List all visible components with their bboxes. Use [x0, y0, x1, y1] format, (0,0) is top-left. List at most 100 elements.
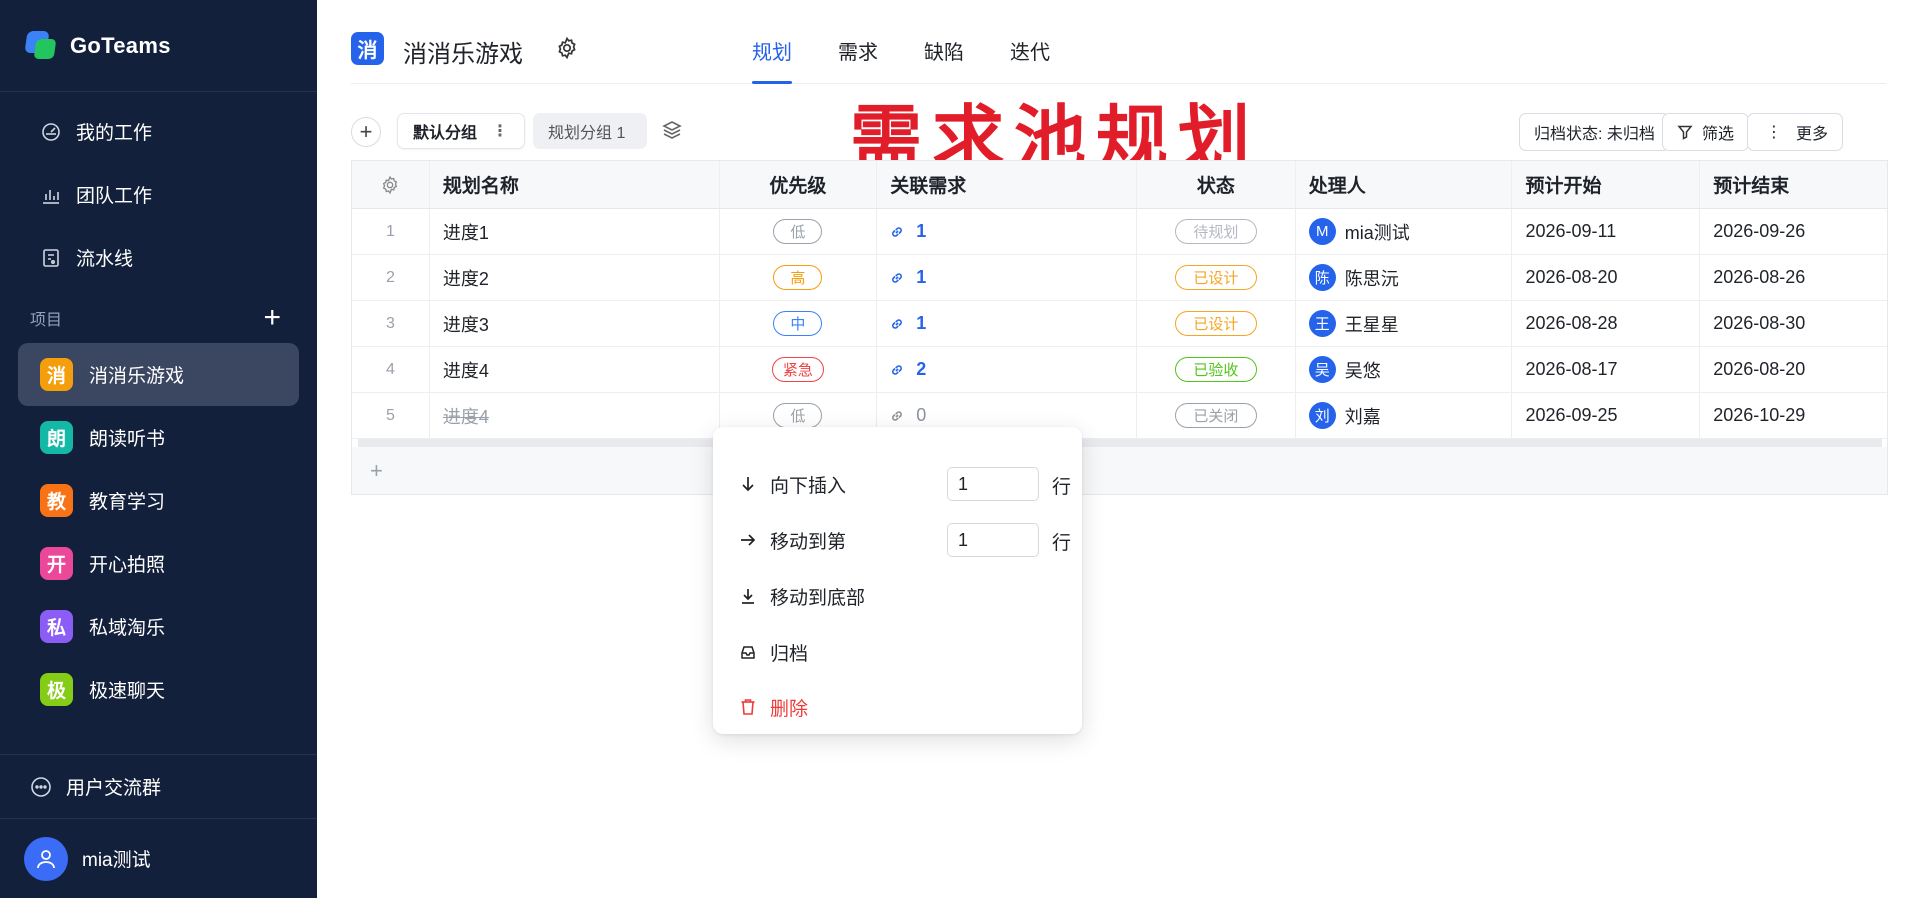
link-icon	[890, 409, 910, 423]
assignee-cell[interactable]: 吴吴悠	[1296, 347, 1513, 392]
column-settings-gear-icon[interactable]	[352, 161, 430, 208]
nav-team-work[interactable]: 团队工作	[0, 163, 317, 226]
project-item-kaixin[interactable]: 开 开心拍照	[18, 532, 299, 595]
plan-name-cell[interactable]: 进度2	[430, 255, 720, 300]
status-cell[interactable]: 待规划	[1137, 209, 1296, 254]
menu-delete[interactable]: 删除	[739, 689, 808, 725]
trash-icon	[739, 698, 757, 716]
linked-requirements-link[interactable]: 1	[890, 313, 926, 334]
project-badge: 教	[40, 484, 73, 517]
more-vertical-icon[interactable]: ⋮	[492, 121, 508, 141]
assignee-cell[interactable]: 陈陈思沅	[1296, 255, 1513, 300]
archive-status-button[interactable]: 归档状态: 未归档	[1519, 113, 1670, 151]
end-date: 2026-08-26	[1713, 267, 1806, 287]
priority-cell[interactable]: 紧急	[720, 347, 878, 392]
menu-insert-below[interactable]: 向下插入	[739, 466, 846, 502]
linked-requirements-cell[interactable]: 1	[877, 255, 1137, 300]
column-header-assignee[interactable]: 处理人	[1296, 161, 1513, 208]
brand[interactable]: GoTeams	[0, 0, 317, 92]
plan-name-cell[interactable]: 进度4	[430, 347, 720, 392]
plan-name-cell[interactable]: 进度3	[430, 301, 720, 346]
group-planning-1[interactable]: 规划分组 1	[533, 113, 647, 149]
end-date-cell[interactable]: 2026-10-29	[1700, 393, 1887, 438]
more-button[interactable]: ⋮ 更多	[1747, 113, 1844, 151]
start-date-cell[interactable]: 2026-09-11	[1512, 209, 1701, 254]
start-date-cell[interactable]: 2026-08-28	[1512, 301, 1701, 346]
status-cell[interactable]: 已设计	[1137, 255, 1296, 300]
status-cell[interactable]: 已验收	[1137, 347, 1296, 392]
assignee-cell[interactable]: 王王星星	[1296, 301, 1513, 346]
column-header-priority[interactable]: 优先级	[720, 161, 878, 208]
tab-iterations[interactable]: 迭代	[1010, 36, 1050, 82]
plan-name-cell[interactable]: 进度1	[430, 209, 720, 254]
project-item-jisu[interactable]: 极 极速聊天	[18, 658, 299, 721]
table-row[interactable]: 1 进度1 低 1 待规划 Mmia测试 2026-09-11 2026-09-26	[352, 209, 1887, 255]
community-link[interactable]: 用户交流群	[0, 754, 317, 818]
assignee-avatar: 刘	[1308, 402, 1336, 429]
arrow-down-icon	[739, 475, 757, 493]
end-date-cell[interactable]: 2026-08-30	[1700, 301, 1887, 346]
tab-planning[interactable]: 规划	[752, 36, 792, 84]
project-badge: 私	[40, 610, 73, 643]
menu-archive[interactable]: 归档	[739, 634, 808, 670]
linked-requirements-link[interactable]: 1	[890, 267, 926, 288]
project-item-xiaoxiaole[interactable]: 消 消消乐游戏	[18, 343, 299, 406]
linked-requirements-cell[interactable]: 1	[877, 209, 1137, 254]
column-header-linked[interactable]: 关联需求	[877, 161, 1137, 208]
table-row[interactable]: 2 进度2 高 1 已设计 陈陈思沅 2026-08-20 2026-08-26	[352, 255, 1887, 301]
horizontal-scrollbar[interactable]	[358, 439, 1882, 447]
priority-tag: 紧急	[771, 357, 824, 382]
priority-cell[interactable]: 中	[720, 301, 878, 346]
priority-tag: 低	[773, 219, 823, 244]
assignee-cell[interactable]: Mmia测试	[1296, 209, 1513, 254]
table-row[interactable]: 3 进度3 中 1 已设计 王王星星 2026-08-28 2026-08-30	[352, 301, 1887, 347]
column-header-status[interactable]: 状态	[1137, 161, 1296, 208]
tab-requirements[interactable]: 需求	[838, 36, 878, 82]
linked-requirements-link[interactable]: 0	[890, 405, 926, 426]
project-item-langdu[interactable]: 朗 朗读听书	[18, 406, 299, 469]
menu-move-to[interactable]: 移动到第	[739, 522, 846, 558]
plan-name: 进度1	[442, 222, 489, 243]
add-group-button[interactable]: +	[351, 117, 381, 147]
current-user[interactable]: mia测试	[0, 818, 317, 898]
add-project-button[interactable]: +	[263, 303, 281, 333]
end-date-cell[interactable]: 2026-08-26	[1700, 255, 1887, 300]
gear-icon[interactable]	[555, 36, 579, 60]
nav-pipeline[interactable]: 流水线	[0, 226, 317, 289]
insert-count-input[interactable]	[947, 467, 1039, 501]
column-header-name[interactable]: 规划名称	[430, 161, 720, 208]
linked-requirements-link[interactable]: 2	[890, 359, 926, 380]
move-to-input[interactable]	[947, 523, 1039, 557]
status-cell[interactable]: 已设计	[1137, 301, 1296, 346]
plan-name-cell[interactable]: 进度4	[430, 393, 720, 438]
end-date-cell[interactable]: 2026-08-20	[1700, 347, 1887, 392]
menu-move-to-bottom[interactable]: 移动到底部	[739, 578, 865, 614]
start-date-cell[interactable]: 2026-08-20	[1512, 255, 1701, 300]
tab-defects[interactable]: 缺陷	[924, 36, 964, 82]
nav-team-work-label: 团队工作	[76, 186, 153, 207]
status-cell[interactable]: 已关闭	[1137, 393, 1296, 438]
end-date-cell[interactable]: 2026-09-26	[1700, 209, 1887, 254]
table-row[interactable]: 4 进度4 紧急 2 已验收 吴吴悠 2026-08-17 2026-08-20	[352, 347, 1887, 393]
end-date: 2026-08-20	[1713, 359, 1806, 379]
nav-my-work[interactable]: 我的工作	[0, 100, 317, 163]
move-row-unit: 行	[1052, 533, 1072, 554]
filter-button[interactable]: 筛选	[1662, 113, 1750, 151]
assignee-avatar: 王	[1308, 310, 1336, 337]
layers-icon[interactable]	[661, 119, 685, 143]
linked-requirements-link[interactable]: 1	[890, 221, 926, 242]
group-default[interactable]: 默认分组 ⋮	[397, 113, 525, 149]
priority-cell[interactable]: 低	[720, 209, 878, 254]
table-row[interactable]: 5 进度4 低 0 已关闭 刘刘嘉 2026-09-25 2026-10-29	[352, 393, 1887, 439]
start-date-cell[interactable]: 2026-08-17	[1512, 347, 1701, 392]
project-item-siyu[interactable]: 私 私域淘乐	[18, 595, 299, 658]
add-row-button[interactable]: +	[352, 447, 1887, 495]
priority-cell[interactable]: 高	[720, 255, 878, 300]
linked-requirements-cell[interactable]: 2	[877, 347, 1137, 392]
start-date-cell[interactable]: 2026-09-25	[1512, 393, 1701, 438]
linked-requirements-cell[interactable]: 1	[877, 301, 1137, 346]
assignee-cell[interactable]: 刘刘嘉	[1296, 393, 1513, 438]
column-header-start[interactable]: 预计开始	[1512, 161, 1701, 208]
project-item-jiaoyu[interactable]: 教 教育学习	[18, 469, 299, 532]
column-header-end[interactable]: 预计结束	[1700, 161, 1887, 208]
